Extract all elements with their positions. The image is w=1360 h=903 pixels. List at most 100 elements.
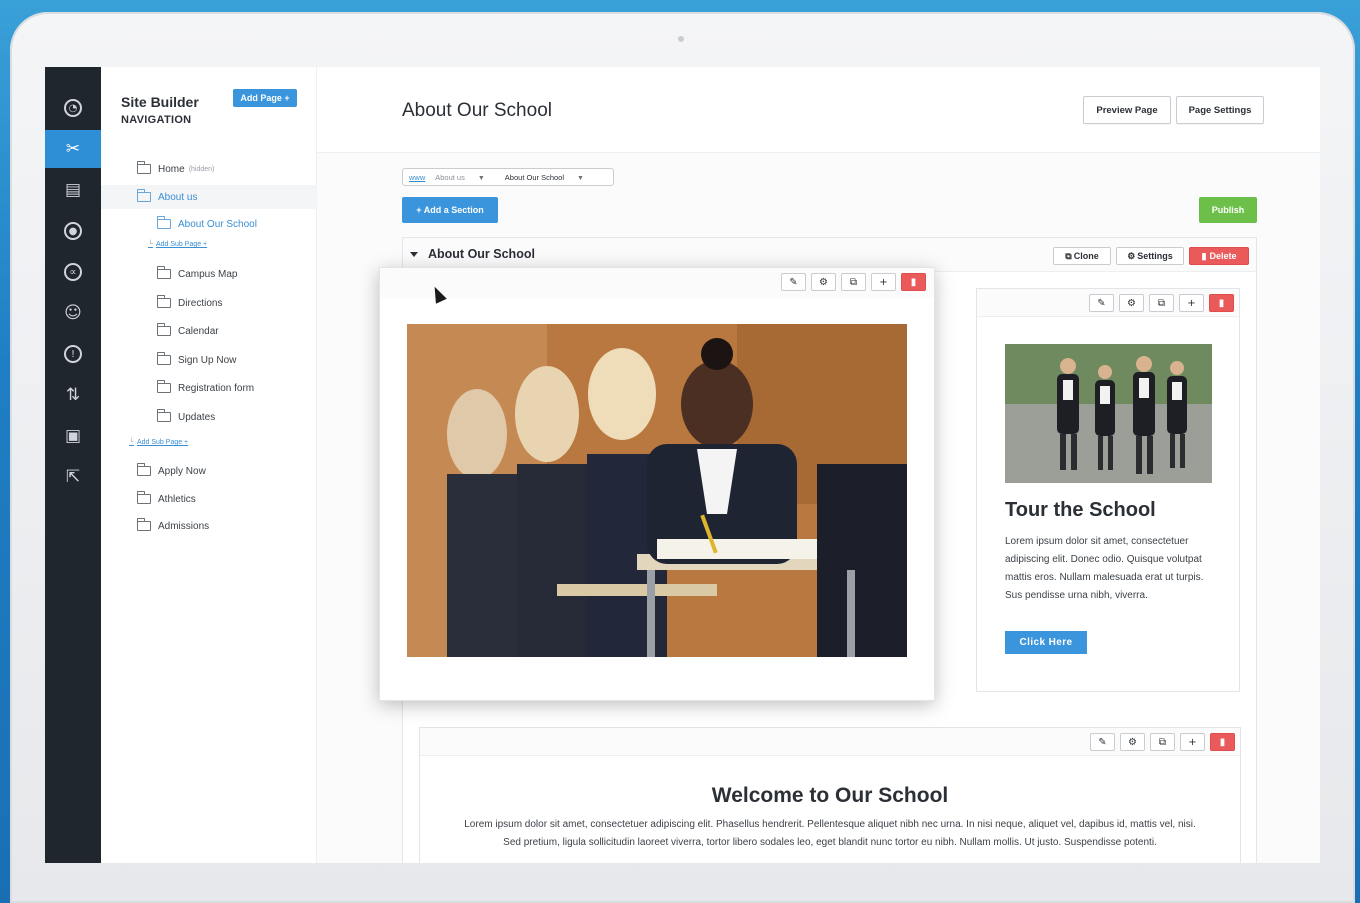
nav-item-athletics[interactable]: Athletics: [137, 488, 196, 510]
welcome-text: Lorem ipsum dolor sit amet, consectetuer…: [464, 819, 1196, 848]
nav-item-registration-form[interactable]: Registration form: [157, 377, 254, 399]
trash-icon: ▮: [1201, 250, 1207, 261]
breadcrumb-root[interactable]: www: [409, 173, 425, 182]
add-page-button[interactable]: Add Page +: [233, 89, 297, 107]
breadcrumb: www About us ▼ About Our School ▼: [402, 168, 614, 186]
tour-card: ✎ ⚙ ⧉ + ▮ Tour the School Lorem ipsum do…: [976, 288, 1240, 692]
nav-item-about-us[interactable]: About us: [137, 186, 197, 208]
folder-icon: [157, 295, 171, 308]
page-header: About Our School Preview Page Page Setti…: [317, 67, 1320, 153]
nav-item-label: Registration form: [178, 382, 255, 394]
pencil-icon[interactable]: ✎: [1090, 733, 1115, 751]
trash-icon[interactable]: ▮: [1210, 733, 1235, 751]
nav-item-label: About us: [158, 191, 198, 203]
card-toolbar-row: ✎ ⚙ ⧉ + ▮: [420, 728, 1240, 756]
nav-title: Site Builder: [121, 94, 199, 110]
page-icon[interactable]: ▤: [45, 171, 101, 209]
block-toolbar: ✎ ⚙ ⧉ + ▮: [1089, 294, 1234, 312]
hidden-tag: (hidden): [188, 165, 215, 173]
user-icon[interactable]: ●: [45, 212, 101, 250]
gear-icon: ⚙: [1127, 250, 1136, 261]
copy-icon[interactable]: ⧉: [1149, 294, 1174, 312]
folder-icon: [137, 463, 151, 476]
page-title: About Our School: [402, 100, 552, 121]
nav-item-about-our-school[interactable]: About Our School: [157, 213, 257, 235]
nav-item-label: Athletics: [158, 493, 196, 505]
gear-icon[interactable]: ⚙: [1120, 733, 1145, 751]
students-walking-illustration: [1005, 344, 1212, 483]
nav-item-calendar[interactable]: Calendar: [157, 320, 219, 342]
folder-icon: [157, 409, 171, 422]
pencil-icon[interactable]: ✎: [781, 273, 806, 291]
add-sub-page-link[interactable]: └ Add Sub Page +: [148, 241, 207, 248]
card-toolbar-row: ✎ ⚙ ⧉ + ▮: [977, 289, 1239, 317]
sort-icon[interactable]: ⇅: [45, 376, 101, 414]
breadcrumb-current[interactable]: About Our School ▼: [505, 173, 594, 182]
nav-item-label: About Our School: [178, 218, 257, 230]
group-icon[interactable]: ☺: [45, 294, 101, 332]
nav-item-apply-now[interactable]: Apply Now: [137, 460, 206, 482]
delete-button[interactable]: ▮ Delete: [1189, 247, 1249, 265]
main-content: About Our School Preview Page Page Setti…: [317, 67, 1320, 863]
preview-page-button[interactable]: Preview Page: [1083, 96, 1171, 124]
section-title: About Our School: [428, 247, 535, 261]
add-sub-page-link[interactable]: └ Add Sub Page +: [129, 439, 188, 446]
chevron-down-icon: ▼: [477, 174, 485, 182]
page-settings-button[interactable]: Page Settings: [1176, 96, 1264, 124]
camera-dot: [678, 36, 684, 42]
export-icon[interactable]: ⇱: [45, 458, 101, 496]
nav-item-label: Sign Up Now: [178, 354, 237, 366]
tour-title: Tour the School: [1005, 499, 1156, 521]
folder-icon: [137, 189, 151, 202]
breadcrumb-parent[interactable]: About us ▼: [435, 173, 495, 182]
copy-icon[interactable]: ⧉: [1150, 733, 1175, 751]
folder-icon: [157, 380, 171, 393]
folder-icon: [137, 518, 151, 531]
publish-button[interactable]: Publish: [1199, 197, 1257, 223]
nav-item-label: Home: [158, 163, 185, 175]
trash-icon[interactable]: ▮: [901, 273, 926, 291]
plus-icon[interactable]: +: [1179, 294, 1204, 312]
laptop-frame: ◔ ✂ ▤ ● ∝ ☺ ! ⇅ ▣ ⇱ Site Builder NAVIGAT…: [10, 12, 1355, 903]
alert-icon[interactable]: !: [45, 335, 101, 373]
collapse-caret-icon[interactable]: [410, 252, 418, 257]
floating-image-block[interactable]: ✎ ⚙ ⧉ + ▮: [379, 267, 935, 701]
gear-icon[interactable]: ⚙: [811, 273, 836, 291]
folder-icon: [157, 216, 171, 229]
gear-icon[interactable]: ⚙: [1119, 294, 1144, 312]
folder-icon: [137, 161, 151, 174]
trash-icon[interactable]: ▮: [1209, 294, 1234, 312]
nav-item-label: Apply Now: [158, 465, 206, 477]
code-icon[interactable]: ▣: [45, 417, 101, 455]
nav-selected-row: [101, 185, 317, 209]
plus-icon[interactable]: +: [1180, 733, 1205, 751]
navigation-panel: Site Builder NAVIGATION Add Page + Home …: [101, 67, 317, 863]
nav-subtitle: NAVIGATION: [121, 114, 192, 126]
copy-icon: ⧉: [1065, 250, 1072, 261]
section-settings-button[interactable]: ⚙ Settings: [1116, 247, 1184, 265]
block-toolbar: ✎ ⚙ ⧉ + ▮: [781, 273, 926, 291]
nav-item-updates[interactable]: Updates: [157, 406, 215, 428]
nav-item-label: Calendar: [178, 325, 219, 337]
nav-item-sign-up-now[interactable]: Sign Up Now: [157, 349, 236, 371]
pencil-icon[interactable]: ✎: [1089, 294, 1114, 312]
click-here-button[interactable]: Click Here: [1005, 631, 1087, 654]
share-icon[interactable]: ∝: [45, 253, 101, 291]
dashboard-icon[interactable]: ◔: [45, 89, 101, 127]
nav-item-label: Directions: [178, 297, 223, 309]
icon-sidebar: ◔ ✂ ▤ ● ∝ ☺ ! ⇅ ▣ ⇱: [45, 67, 101, 863]
clone-button[interactable]: ⧉ Clone: [1053, 247, 1111, 265]
classroom-exam-photo[interactable]: [407, 324, 907, 657]
card-toolbar-row: ✎ ⚙ ⧉ + ▮: [380, 268, 934, 304]
add-section-button[interactable]: + Add a Section: [402, 197, 498, 223]
nav-item-directions[interactable]: Directions: [157, 292, 222, 314]
tools-icon[interactable]: ✂: [45, 130, 101, 168]
nav-item-home[interactable]: Home (hidden): [137, 158, 214, 180]
students-walking-photo[interactable]: [1005, 344, 1212, 483]
nav-item-admissions[interactable]: Admissions: [137, 515, 209, 537]
app-screen: ◔ ✂ ▤ ● ∝ ☺ ! ⇅ ▣ ⇱ Site Builder NAVIGAT…: [45, 67, 1320, 863]
plus-icon[interactable]: +: [871, 273, 896, 291]
copy-icon[interactable]: ⧉: [841, 273, 866, 291]
nav-item-campus-map[interactable]: Campus Map: [157, 263, 237, 285]
welcome-title: Welcome to Our School: [711, 784, 949, 807]
